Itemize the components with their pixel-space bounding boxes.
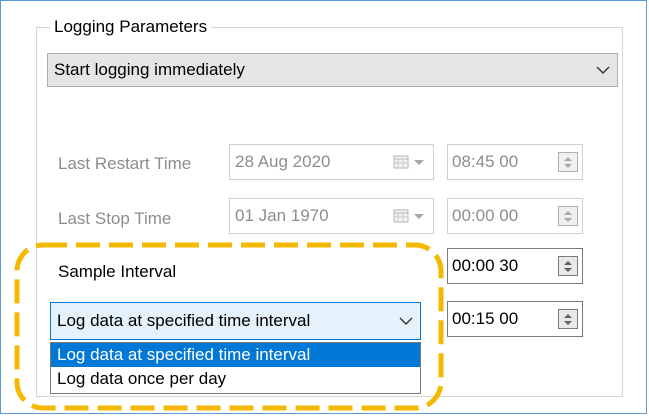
logging-mode-combo[interactable]: Start logging immediately (47, 53, 618, 87)
last-restart-date: 28 Aug 2020 (235, 152, 331, 171)
sample-mode-dropdown-list: Log data at specified time interval Log … (50, 342, 421, 394)
chevron-down-icon (392, 317, 420, 326)
time-spinner (558, 206, 578, 226)
last-stop-label: Last Stop Time (58, 209, 172, 228)
sample-mode-time[interactable]: 00:15 00 (447, 301, 583, 337)
dropdown-option-interval[interactable]: Log data at specified time interval (51, 343, 420, 367)
calendar-icon (393, 155, 433, 169)
sample-mode-value: Log data at specified time interval (57, 311, 311, 330)
group-title: Logging Parameters (50, 17, 212, 37)
chevron-down-icon (589, 66, 617, 75)
dropdown-option-once-per-day[interactable]: Log data once per day (51, 367, 420, 391)
sample-mode-time-value: 00:15 00 (452, 309, 519, 328)
last-stop-time: 00:00 00 (447, 198, 583, 234)
logging-mode-value: Start logging immediately (54, 60, 245, 79)
sample-interval-time[interactable]: 00:00 30 (447, 248, 583, 284)
sample-interval-label: Sample Interval (58, 262, 177, 281)
last-stop-time-value: 00:00 00 (452, 206, 519, 225)
calendar-icon (393, 209, 433, 223)
last-restart-time-value: 08:45 00 (452, 152, 519, 171)
time-spinner[interactable] (558, 309, 578, 329)
sample-mode-combo[interactable]: Log data at specified time interval (50, 302, 421, 340)
last-stop-date: 01 Jan 1970 (235, 206, 329, 225)
time-spinner[interactable] (558, 256, 578, 276)
last-stop-date-picker: 01 Jan 1970 (229, 198, 434, 234)
last-restart-date-picker: 28 Aug 2020 (229, 144, 434, 180)
last-restart-label: Last Restart Time (58, 154, 192, 173)
time-spinner (558, 152, 578, 172)
sample-interval-time-value: 00:00 30 (452, 256, 519, 275)
last-restart-time: 08:45 00 (447, 144, 583, 180)
